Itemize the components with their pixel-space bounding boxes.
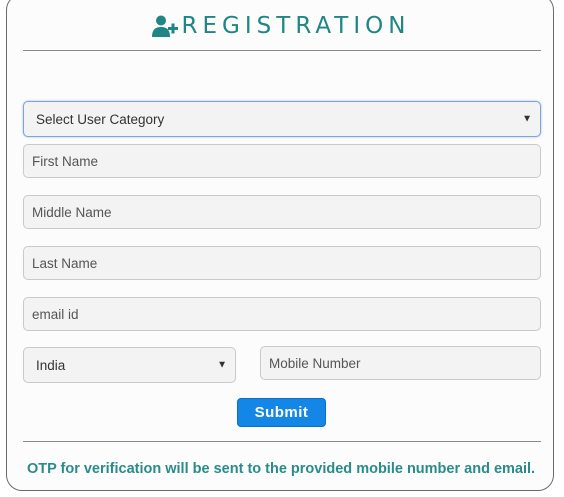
footer-divider [23, 441, 541, 442]
user-category-value: Select User Category [36, 111, 165, 127]
chevron-down-icon: ▼ [522, 113, 532, 125]
first-name-input[interactable]: First Name [23, 144, 541, 178]
otp-note: OTP for verification will be sent to the… [26, 461, 536, 477]
registration-card: REGISTRATION Select User Category ▼ Firs… [6, 0, 554, 491]
middle-name-placeholder: Middle Name [32, 204, 112, 220]
email-input[interactable]: email id [23, 297, 541, 331]
submit-button[interactable]: Submit [237, 398, 326, 427]
user-plus-icon [151, 15, 178, 37]
last-name-input[interactable]: Last Name [23, 246, 541, 280]
mobile-number-placeholder: Mobile Number [269, 355, 361, 371]
registration-header: REGISTRATION [7, 9, 555, 43]
last-name-placeholder: Last Name [32, 255, 98, 271]
user-category-select[interactable]: Select User Category ▼ [23, 101, 541, 137]
page-title: REGISTRATION [181, 13, 411, 39]
country-value: India [36, 357, 66, 373]
header-divider [23, 50, 541, 51]
country-select[interactable]: India ▼ [23, 347, 236, 383]
chevron-down-icon: ▼ [217, 359, 227, 371]
email-placeholder: email id [32, 306, 79, 322]
first-name-placeholder: First Name [32, 153, 99, 169]
middle-name-input[interactable]: Middle Name [23, 195, 541, 229]
mobile-number-input[interactable]: Mobile Number [260, 346, 541, 380]
